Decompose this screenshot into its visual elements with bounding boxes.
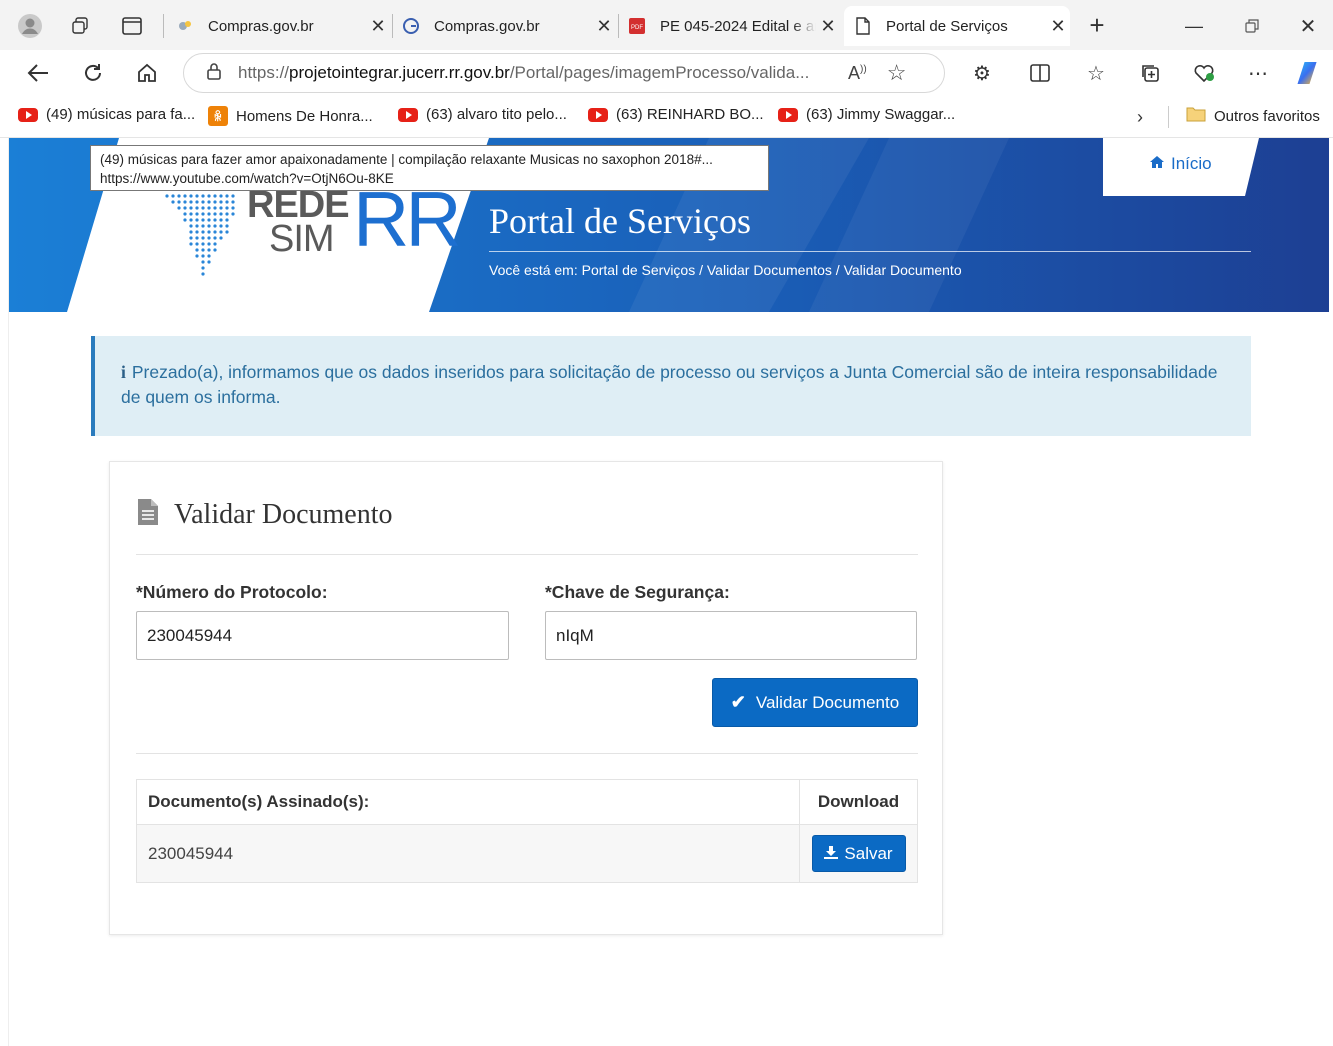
close-tab-icon[interactable]: ✕ bbox=[1046, 16, 1070, 37]
tab-compras-2[interactable]: Compras.gov.br ✕ bbox=[392, 6, 616, 46]
breadcrumb: Você está em: Portal de Serviços / Valid… bbox=[489, 262, 962, 278]
tab-pdf-edital[interactable]: PDF PE 045-2024 Edital e an ✕ bbox=[618, 6, 840, 46]
new-tab-icon[interactable]: + bbox=[1084, 10, 1110, 40]
info-icon: i bbox=[121, 362, 126, 382]
validate-document-button[interactable]: ✔ Validar Documento bbox=[712, 678, 918, 727]
download-cell: Salvar bbox=[799, 824, 918, 883]
compras-favicon bbox=[176, 17, 194, 35]
tooltip-url: https://www.youtube.com/watch?v=OtjN6Ou-… bbox=[100, 171, 394, 186]
column-header-documents: Documento(s) Assinado(s): bbox=[136, 779, 800, 825]
rede-sim-logo: REDE SIM RR bbox=[161, 178, 462, 298]
more-menu-icon[interactable]: ⋯ bbox=[1244, 59, 1272, 87]
validate-document-panel: Validar Documento *Número do Protocolo: … bbox=[109, 461, 943, 935]
bookmark-item[interactable]: ꆜ Homens De Honra... bbox=[208, 106, 373, 126]
alert-text: Prezado(a), informamos que os dados inse… bbox=[121, 362, 1218, 407]
collections-icon[interactable] bbox=[1136, 59, 1164, 87]
home-link[interactable]: Início bbox=[1149, 154, 1212, 174]
split-screen-icon[interactable] bbox=[1026, 59, 1054, 87]
ok-icon: ꆜ bbox=[208, 106, 228, 126]
youtube-icon bbox=[588, 107, 608, 122]
tooltip-title: (49) músicas para fazer amor apaixonadam… bbox=[100, 152, 713, 167]
pdf-favicon: PDF bbox=[628, 17, 646, 35]
url-text[interactable]: https://projetointegrar.jucerr.rr.gov.br… bbox=[238, 63, 828, 83]
title-divider bbox=[489, 251, 1251, 252]
bookmark-item[interactable]: (63) Jimmy Swaggar... bbox=[778, 106, 955, 123]
workspaces-icon[interactable] bbox=[68, 14, 92, 38]
browser-essentials-icon[interactable] bbox=[1190, 59, 1218, 87]
tab-title: Compras.gov.br bbox=[434, 17, 540, 35]
panel-title: Validar Documento bbox=[174, 498, 393, 530]
extensions-icon[interactable]: ⚙ bbox=[968, 59, 996, 87]
url-bar[interactable]: https://projetointegrar.jucerr.rr.gov.br… bbox=[183, 53, 945, 93]
breadcrumb-prefix: Você está em: bbox=[489, 262, 578, 278]
column-header-download: Download bbox=[799, 779, 918, 825]
tab-portal-servicos[interactable]: Portal de Serviços ✕ bbox=[844, 6, 1070, 46]
favorites-bar: (49) músicas para fa... ꆜ Homens De Honra… bbox=[0, 96, 1333, 138]
compras-g-favicon bbox=[402, 17, 420, 35]
map-dots-logo bbox=[165, 194, 235, 276]
page-favicon bbox=[854, 17, 872, 35]
tab-title: Portal de Serviços bbox=[886, 17, 1008, 35]
page-title: Portal de Serviços bbox=[489, 201, 751, 241]
favorites-list-icon[interactable]: ☆ bbox=[1082, 59, 1110, 87]
logo-sim-text: SIM bbox=[269, 218, 335, 260]
profile-avatar-icon[interactable] bbox=[16, 12, 44, 40]
refresh-icon[interactable] bbox=[79, 59, 107, 87]
address-toolbar: https://projetointegrar.jucerr.rr.gov.br… bbox=[0, 50, 1333, 96]
favorite-star-icon[interactable]: ☆ bbox=[887, 60, 907, 86]
close-tab-icon[interactable]: ✕ bbox=[816, 16, 840, 37]
breadcrumb-path[interactable]: Portal de Serviços / Validar Documentos … bbox=[582, 262, 962, 278]
save-button[interactable]: Salvar bbox=[811, 835, 906, 872]
minimize-icon[interactable]: — bbox=[1182, 14, 1206, 38]
close-tab-icon[interactable]: ✕ bbox=[366, 16, 390, 37]
back-icon[interactable] bbox=[24, 59, 52, 87]
table-row: 230045944 Salvar bbox=[136, 824, 918, 883]
vertical-tabs-icon[interactable] bbox=[120, 14, 144, 38]
page-content: REDE SIM RR Portal de Serviços Você está… bbox=[8, 138, 1329, 1046]
download-icon bbox=[824, 844, 839, 864]
youtube-icon bbox=[398, 107, 418, 122]
youtube-icon bbox=[18, 107, 38, 122]
youtube-icon bbox=[778, 107, 798, 122]
folder-icon bbox=[1186, 106, 1206, 126]
info-alert: i Prezado(a), informamos que os dados ins… bbox=[91, 336, 1251, 436]
protocol-input[interactable] bbox=[136, 611, 509, 660]
copilot-icon[interactable] bbox=[1294, 57, 1326, 89]
signed-documents-table: Documento(s) Assinado(s): Download 23004… bbox=[136, 779, 918, 883]
panel-header: Validar Documento bbox=[136, 498, 393, 531]
lock-icon[interactable] bbox=[206, 62, 222, 85]
logo-rr-text: RR bbox=[353, 175, 462, 263]
bookmark-item[interactable]: (63) REINHARD BO... bbox=[588, 106, 764, 123]
tab-title: PE 045-2024 Edital e an bbox=[660, 17, 816, 35]
bookmark-tooltip: (49) músicas para fazer amor apaixonadam… bbox=[90, 145, 769, 191]
protocol-label: *Número do Protocolo: bbox=[136, 582, 328, 602]
security-key-label: *Chave de Segurança: bbox=[545, 582, 730, 602]
check-icon: ✔ bbox=[730, 692, 746, 712]
svg-text:PDF: PDF bbox=[631, 25, 643, 31]
chevron-right-icon[interactable]: › bbox=[1130, 106, 1150, 128]
document-icon bbox=[136, 498, 160, 531]
bookmark-item[interactable]: (49) músicas para fa... bbox=[18, 106, 195, 123]
other-favorites-folder[interactable]: Outros favoritos bbox=[1186, 106, 1320, 126]
tab-compras-1[interactable]: Compras.gov.br ✕ bbox=[166, 6, 390, 46]
home-icon[interactable] bbox=[133, 59, 161, 87]
close-window-icon[interactable]: ✕ bbox=[1296, 14, 1320, 38]
divider bbox=[136, 554, 918, 555]
read-aloud-icon[interactable]: A)) bbox=[848, 63, 867, 84]
restore-icon[interactable] bbox=[1240, 14, 1264, 38]
close-tab-icon[interactable]: ✕ bbox=[592, 16, 616, 37]
tab-title: Compras.gov.br bbox=[208, 17, 314, 35]
tab-bar: Compras.gov.br ✕ Compras.gov.br ✕ PDF PE… bbox=[0, 0, 1333, 50]
home-icon bbox=[1149, 154, 1165, 174]
security-key-input[interactable] bbox=[545, 611, 917, 660]
divider bbox=[136, 753, 918, 754]
bookmark-item[interactable]: (63) alvaro tito pelo... bbox=[398, 106, 567, 123]
document-number-cell: 230045944 bbox=[136, 824, 800, 883]
